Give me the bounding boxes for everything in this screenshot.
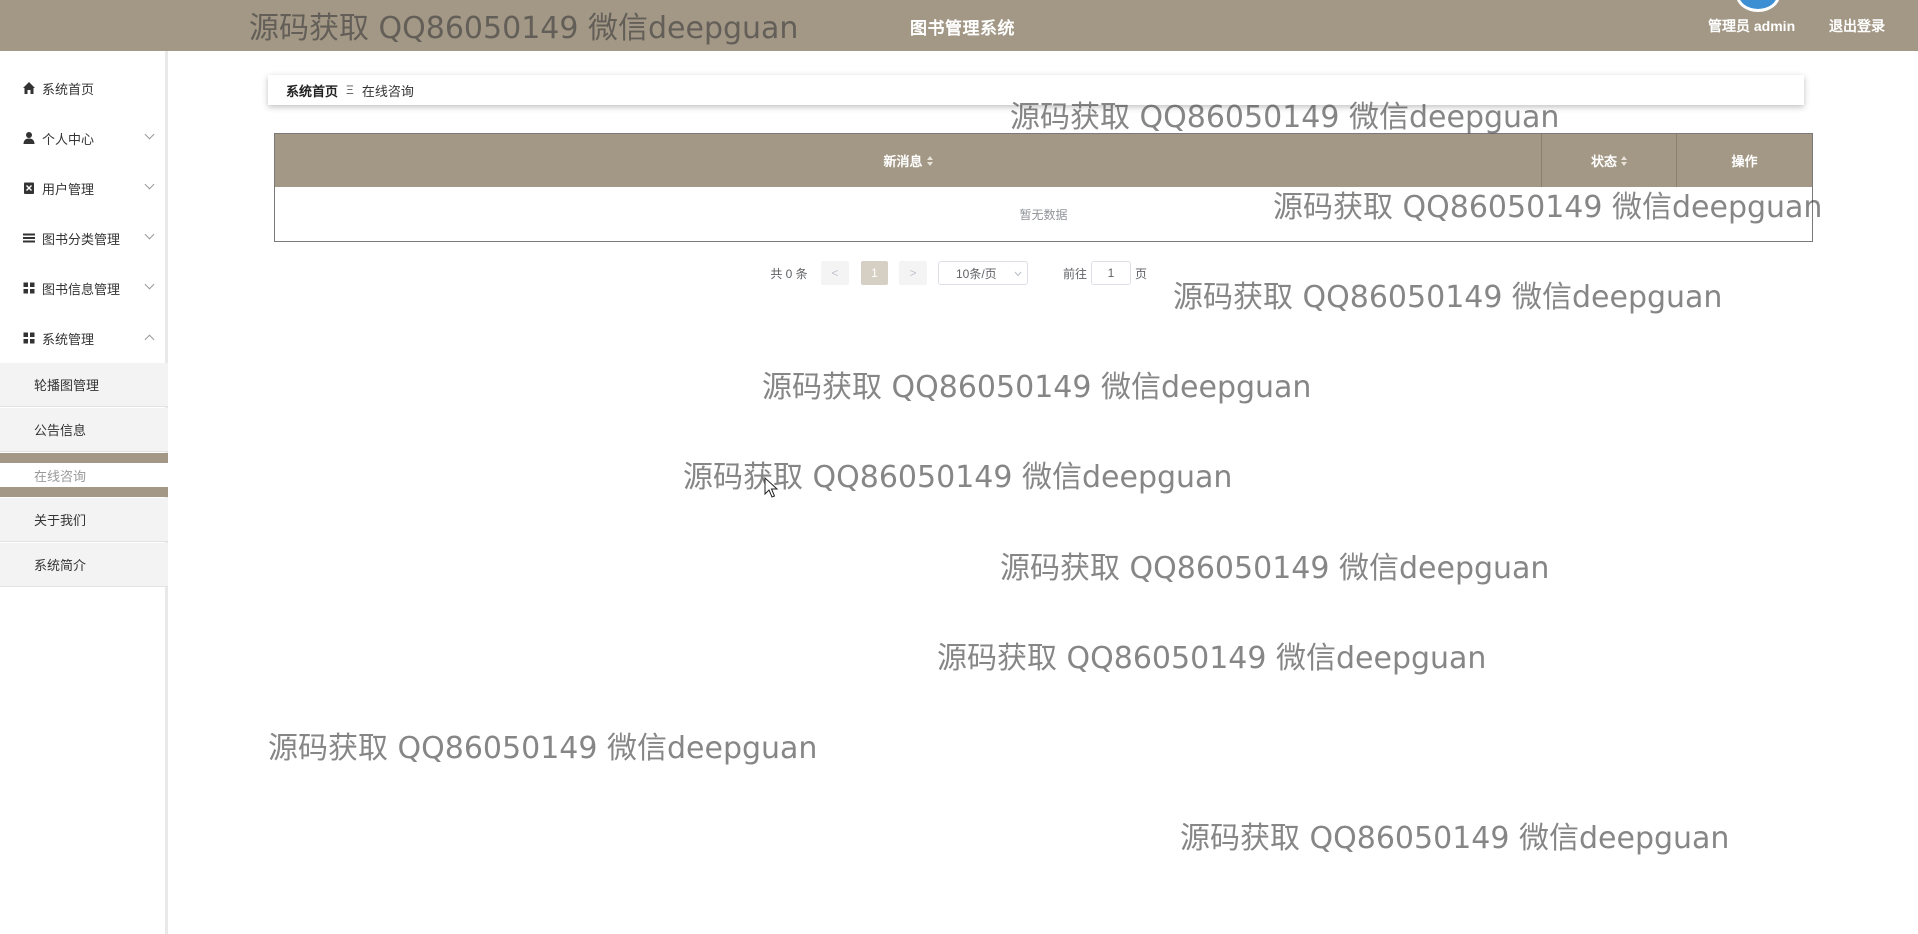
table-header: 新消息 状态 操作 [275,134,1812,187]
sidebar-item-home[interactable]: 系统首页 [0,63,165,113]
sort-icon[interactable] [1621,155,1627,166]
page-size-value: 10条/页 [956,266,997,281]
home-icon [23,82,35,94]
breadcrumb-separator-icon: Ξ [346,83,354,97]
sidebar: 系统首页 个人中心 用户管理 图书分类管理 图书信息管理 系统管理 轮播图管理 … [0,51,168,934]
watermark-text: 源码获取 QQ86050149 微信deepguan [1173,280,1723,315]
logout-button[interactable]: 退出登录 [1829,16,1885,36]
submenu-item-intro[interactable]: 系统简介 [0,543,168,587]
sidebar-item-label: 系统首页 [42,81,95,97]
page-suffix-label: 页 [1134,266,1147,281]
sidebar-item-label: 图书信息管理 [42,281,121,297]
empty-state-text: 暂无数据 [1019,207,1068,222]
pagination-next-button[interactable]: > [899,261,927,285]
submenu-item-carousel[interactable]: 轮播图管理 [0,363,168,407]
column-header-status[interactable]: 状态 [1541,134,1676,187]
chevron-up-icon [144,334,155,345]
goto-page-input[interactable] [1091,261,1131,285]
page-size-select[interactable]: 10条/页 [938,261,1028,285]
chevron-down-icon [144,279,155,290]
sidebar-item-label: 系统管理 [42,331,95,347]
admin-label: 管理员 admin [1708,18,1796,34]
sidebar-item-label: 图书分类管理 [42,231,121,247]
chevron-down-icon [1014,271,1022,277]
watermark-text: 源码获取 QQ86050149 微信deepguan [937,641,1487,676]
chevron-down-icon [144,129,155,140]
sort-icon[interactable] [926,155,933,166]
watermark-text: 源码获取 QQ86050149 微信deepguan [268,731,818,766]
sidebar-item-book-info[interactable]: 图书信息管理 [0,263,165,313]
pagination-page-1[interactable]: 1 [861,261,888,285]
chevron-down-icon [144,229,155,240]
sidebar-item-users[interactable]: 用户管理 [0,163,165,213]
column-header-actions: 操作 [1676,134,1812,187]
mouse-cursor-icon [764,477,778,498]
sidebar-item-label: 用户管理 [42,181,95,197]
breadcrumb-current: 在线咨询 [361,83,414,99]
column-header-message[interactable]: 新消息 [275,134,1541,187]
submenu-item-about[interactable]: 关于我们 [0,498,168,542]
sidebar-item-system[interactable]: 系统管理 [0,313,165,363]
user-manage-icon [24,182,34,194]
goto-label: 前往 [1062,266,1087,281]
watermark-text: 源码获取 QQ86050149 微信deepguan [1180,821,1730,856]
submenu-item-notice[interactable]: 公告信息 [0,408,168,452]
column-header-label: 新消息 [883,154,923,169]
user-icon [23,132,35,144]
breadcrumb: 系统首页 Ξ 在线咨询 [268,75,1804,105]
data-table: 新消息 状态 操作 暂无数据 [274,133,1813,242]
avatar[interactable] [1736,0,1780,12]
column-header-label: 操作 [1731,154,1758,169]
list-icon [23,233,35,243]
breadcrumb-home[interactable]: 系统首页 [286,81,338,100]
pagination-prev-button[interactable]: < [821,261,849,285]
chevron-down-icon [144,179,155,190]
sidebar-item-label: 个人中心 [42,131,95,147]
submenu-item-consult[interactable]: 在线咨询 [0,453,168,497]
grid-icon [23,282,35,294]
watermark-text: 源码获取 QQ86050149 微信deepguan [1000,551,1550,586]
watermark-text: 源码获取 QQ86050149 微信deepguan [762,370,1312,405]
grid-icon [23,332,35,344]
sidebar-item-profile[interactable]: 个人中心 [0,113,165,163]
column-header-label: 状态 [1590,154,1617,169]
sidebar-item-book-category[interactable]: 图书分类管理 [0,213,165,263]
pagination-total: 共 0 条 [770,266,808,281]
app-title: 图书管理系统 [910,19,1015,38]
top-bar: 图书管理系统 管理员 admin 退出登录 [0,0,1918,51]
